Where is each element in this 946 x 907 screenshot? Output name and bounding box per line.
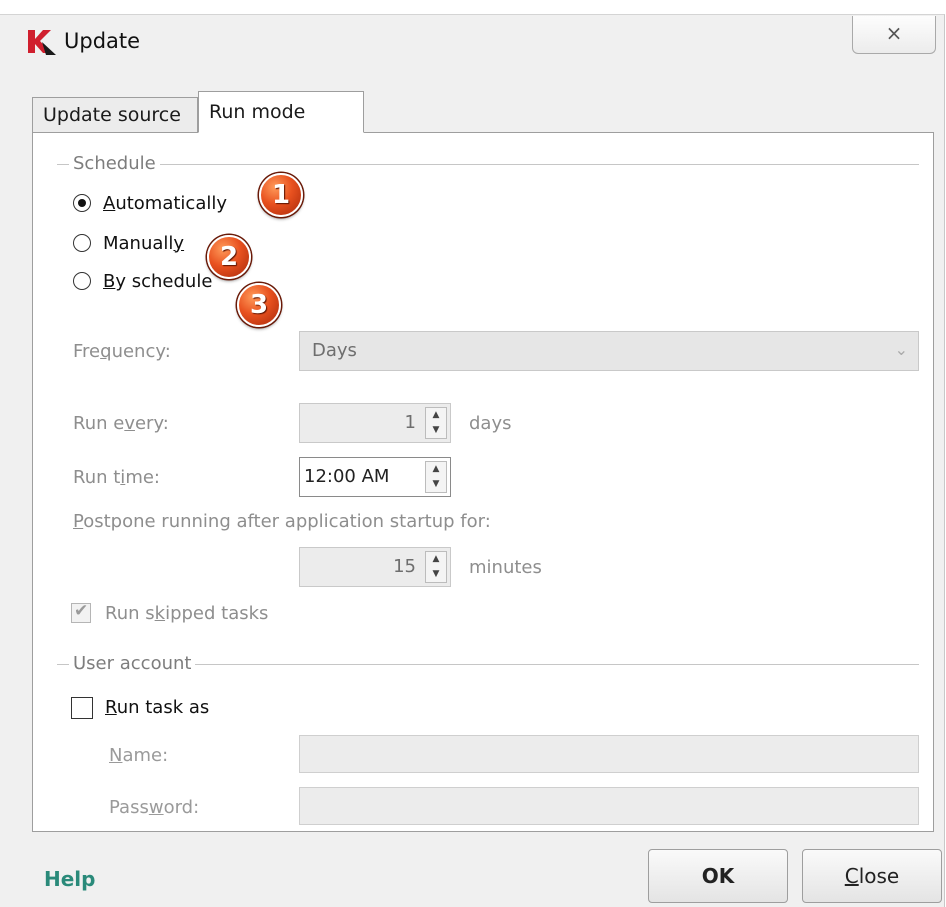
- postpone-stepper-buttons[interactable]: ▲ ▼: [425, 551, 447, 583]
- kaspersky-k-icon: [28, 30, 56, 55]
- checkmark-icon: ✔: [74, 601, 89, 621]
- frequency-label: Frequency:: [73, 341, 171, 362]
- run-mode-panel: Schedule Automatically 1 Manually 2 By s…: [32, 132, 934, 832]
- user-account-group-label: User account: [69, 653, 196, 674]
- stepper-up-icon[interactable]: ▲: [426, 408, 446, 423]
- radio-automatically-indicator[interactable]: [73, 194, 91, 212]
- run-time-spinner[interactable]: 12:00 AM ▲ ▼: [299, 457, 451, 497]
- run-every-unit: days: [469, 413, 512, 434]
- postpone-label: Postpone running after application start…: [73, 511, 491, 532]
- schedule-group: Schedule: [57, 153, 919, 174]
- radio-manually-indicator[interactable]: [73, 234, 91, 252]
- step-badge-1: 1: [259, 173, 303, 217]
- run-skipped-label: Run skipped tasks: [105, 603, 269, 624]
- radio-by-schedule-label: By schedule: [103, 270, 213, 292]
- stepper-up-icon[interactable]: ▲: [426, 552, 446, 567]
- stepper-up-icon[interactable]: ▲: [426, 462, 446, 477]
- help-link[interactable]: Help: [44, 867, 95, 891]
- password-label: Password:: [109, 797, 200, 818]
- radio-automatically-label: Automatically: [103, 192, 228, 214]
- step-badge-2: 2: [207, 235, 251, 279]
- update-dialog: Update × Update source Run mode Schedule…: [0, 14, 945, 907]
- tab-update-source[interactable]: Update source: [32, 97, 198, 133]
- radio-by-schedule[interactable]: By schedule: [73, 267, 212, 295]
- radio-by-schedule-indicator[interactable]: [73, 272, 91, 290]
- window-title: Update: [64, 29, 141, 53]
- close-icon[interactable]: ×: [852, 16, 936, 54]
- name-label: Name:: [109, 745, 169, 766]
- title-bar: Update ×: [0, 15, 944, 71]
- run-every-label: Run every:: [73, 413, 169, 434]
- close-button[interactable]: Close: [802, 849, 942, 903]
- stepper-down-icon[interactable]: ▼: [426, 477, 446, 492]
- name-field[interactable]: [299, 735, 919, 773]
- run-time-label: Run time:: [73, 467, 160, 488]
- postpone-value: 15: [393, 556, 416, 577]
- radio-manually-label: Manually: [103, 232, 185, 254]
- run-every-value: 1: [404, 412, 416, 433]
- run-every-spinner[interactable]: 1 ▲ ▼: [299, 403, 451, 443]
- stepper-down-icon[interactable]: ▼: [426, 423, 446, 438]
- chevron-down-icon: ⌄: [894, 340, 908, 359]
- postpone-spinner[interactable]: 15 ▲ ▼: [299, 547, 451, 587]
- step-badge-3: 3: [237, 283, 281, 327]
- run-skipped-checkbox[interactable]: ✔: [71, 601, 91, 623]
- run-task-as-checkbox[interactable]: [71, 697, 93, 719]
- radio-manually[interactable]: Manually: [73, 229, 184, 257]
- tab-run-mode[interactable]: Run mode: [198, 91, 364, 133]
- ok-button[interactable]: OK: [648, 849, 788, 903]
- postpone-unit: minutes: [469, 557, 542, 578]
- schedule-group-label: Schedule: [69, 153, 160, 174]
- run-time-value: 12:00 AM: [304, 466, 390, 487]
- run-every-stepper-buttons[interactable]: ▲ ▼: [425, 407, 447, 439]
- radio-automatically[interactable]: Automatically: [73, 189, 227, 217]
- run-time-stepper-buttons[interactable]: ▲ ▼: [425, 461, 447, 493]
- stepper-down-icon[interactable]: ▼: [426, 567, 446, 582]
- frequency-value: Days: [312, 340, 357, 361]
- run-task-as-label: Run task as: [105, 697, 210, 718]
- password-field[interactable]: [299, 787, 919, 825]
- user-account-group: User account: [57, 653, 919, 674]
- frequency-select[interactable]: Days ⌄: [299, 331, 919, 371]
